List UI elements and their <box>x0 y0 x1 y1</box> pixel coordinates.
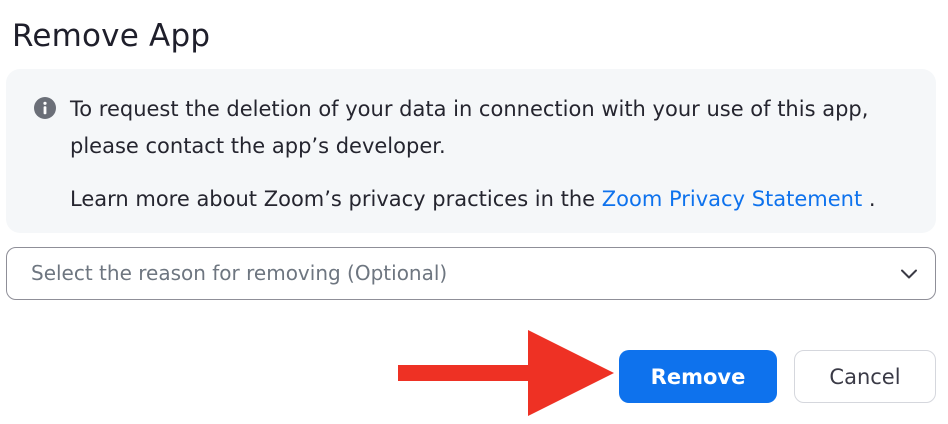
zoom-privacy-statement-link[interactable]: Zoom Privacy Statement <box>602 187 862 211</box>
chevron-down-icon <box>901 269 917 279</box>
info-notice-text: To request the deletion of your data in … <box>70 91 920 218</box>
dialog-title: Remove App <box>12 18 211 54</box>
red-arrow-icon <box>398 330 614 416</box>
remove-app-dialog: Remove App To request the deletion of yo… <box>0 0 948 424</box>
privacy-text-suffix: . <box>862 187 876 211</box>
removal-reason-select[interactable]: Select the reason for removing (Optional… <box>6 247 936 300</box>
removal-reason-placeholder: Select the reason for removing (Optional… <box>31 261 448 285</box>
privacy-learn-more-text: Learn more about Zoom’s privacy practice… <box>70 181 920 218</box>
cancel-button[interactable]: Cancel <box>794 350 936 403</box>
remove-button[interactable]: Remove <box>619 350 777 403</box>
info-notice-box: To request the deletion of your data in … <box>6 69 936 233</box>
deletion-request-text: To request the deletion of your data in … <box>70 97 869 158</box>
privacy-text-prefix: Learn more about Zoom’s privacy practice… <box>70 187 602 211</box>
info-circle-icon <box>34 97 56 119</box>
